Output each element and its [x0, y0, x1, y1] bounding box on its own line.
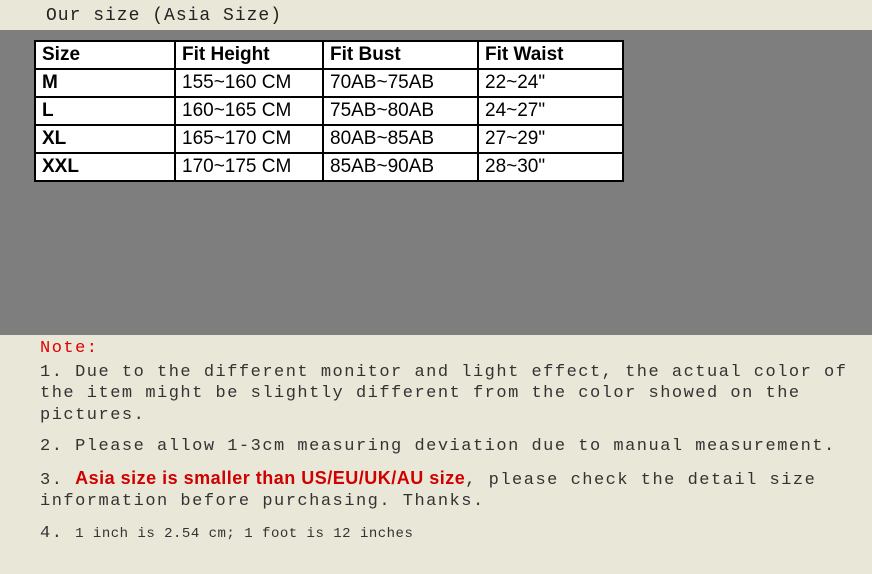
cell-height: 160~165 CM: [175, 97, 323, 125]
cell-size: M: [35, 69, 175, 97]
note-line-4: 4. 1 inch is 2.54 cm; 1 foot is 12 inche…: [40, 523, 854, 544]
note-line-1: 1. Due to the different monitor and ligh…: [40, 362, 854, 426]
cell-size: L: [35, 97, 175, 125]
header-fit-waist: Fit Waist: [478, 41, 623, 69]
table-row: M 155~160 CM 70AB~75AB 22~24": [35, 69, 623, 97]
note3-prefix: 3.: [40, 471, 75, 490]
header-fit-bust: Fit Bust: [323, 41, 478, 69]
table-row: L 160~165 CM 75AB~80AB 24~27": [35, 97, 623, 125]
header-fit-height: Fit Height: [175, 41, 323, 69]
table-container: Size Fit Height Fit Bust Fit Waist M 155…: [0, 30, 872, 335]
note3-bold: Asia size is smaller than US/EU/UK/AU si…: [75, 468, 465, 488]
cell-bust: 70AB~75AB: [323, 69, 478, 97]
cell-bust: 85AB~90AB: [323, 153, 478, 181]
cell-height: 155~160 CM: [175, 69, 323, 97]
cell-height: 170~175 CM: [175, 153, 323, 181]
note-line-2: 2. Please allow 1-3cm measuring deviatio…: [40, 436, 854, 457]
note4-prefix: 4.: [40, 524, 75, 543]
page-title: Our size (Asia Size): [0, 0, 872, 30]
cell-waist: 28~30": [478, 153, 623, 181]
note4-small: 1 inch is 2.54 cm; 1 foot is 12 inches: [75, 526, 413, 542]
cell-waist: 27~29": [478, 125, 623, 153]
table-header-row: Size Fit Height Fit Bust Fit Waist: [35, 41, 623, 69]
cell-size: XXL: [35, 153, 175, 181]
notes-section: Note: 1. Due to the different monitor an…: [0, 335, 872, 544]
table-row: XXL 170~175 CM 85AB~90AB 28~30": [35, 153, 623, 181]
table-row: XL 165~170 CM 80AB~85AB 27~29": [35, 125, 623, 153]
cell-height: 165~170 CM: [175, 125, 323, 153]
note-line-3: 3. Asia size is smaller than US/EU/UK/AU…: [40, 467, 854, 513]
cell-bust: 75AB~80AB: [323, 97, 478, 125]
cell-waist: 24~27": [478, 97, 623, 125]
cell-waist: 22~24": [478, 69, 623, 97]
cell-bust: 80AB~85AB: [323, 125, 478, 153]
size-table: Size Fit Height Fit Bust Fit Waist M 155…: [34, 40, 624, 182]
header-size: Size: [35, 41, 175, 69]
cell-size: XL: [35, 125, 175, 153]
note-label: Note:: [40, 339, 99, 358]
